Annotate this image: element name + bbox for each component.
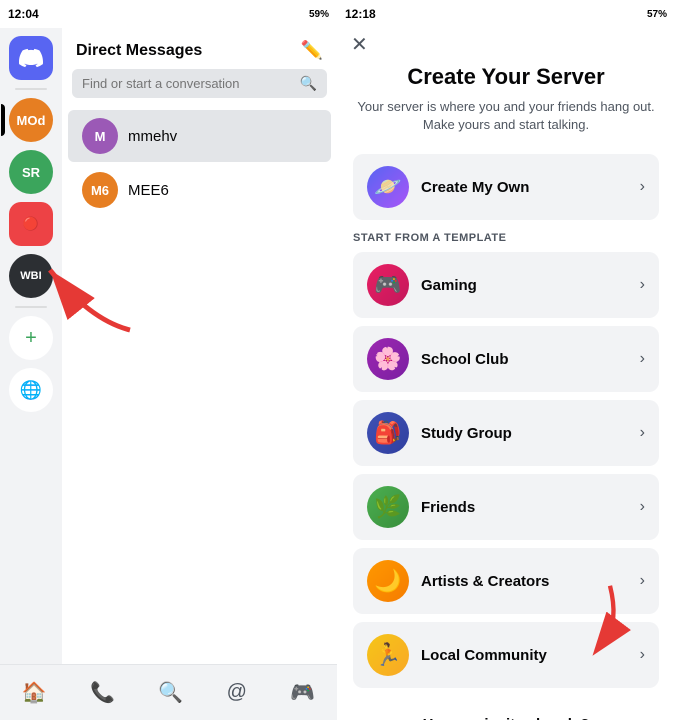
- friends-label: Friends: [421, 499, 628, 516]
- nav-discover[interactable]: 🎮: [278, 676, 327, 709]
- dm-panel: Direct Messages ✏️ 🔍 M mmehv M6: [62, 28, 337, 664]
- template-local-community[interactable]: 🏃 Local Community ›: [353, 622, 659, 688]
- gaming-chevron: ›: [640, 276, 645, 294]
- right-panel: 12:18 57% ✕ Create Your Server Your serv…: [337, 0, 675, 720]
- discord-home-icon[interactable]: [9, 36, 53, 80]
- sidebar-divider-2: [15, 306, 47, 308]
- local-community-label: Local Community: [421, 647, 628, 664]
- nav-home-icon: 🏠: [22, 680, 47, 705]
- avatar-mmehv-initial: M: [95, 129, 106, 144]
- dm-name-mee6: MEE6: [128, 182, 169, 199]
- template-section-label: START FROM A TEMPLATE: [353, 232, 659, 244]
- avatar-mmehv: M: [82, 118, 118, 154]
- server-browser-button[interactable]: 🌐: [9, 368, 53, 412]
- nav-search[interactable]: 🔍: [146, 676, 195, 709]
- sidebar: MOd SR 🔴 WBI + 🌐: [0, 28, 62, 664]
- battery-left: 59%: [309, 9, 329, 20]
- school-club-label: School Club: [421, 351, 628, 368]
- status-bar-left: 12:04 59%: [0, 0, 337, 28]
- study-group-icon: 🎒: [367, 412, 409, 454]
- template-artists-creators[interactable]: 🌙 Artists & Creators ›: [353, 548, 659, 614]
- create-my-own-chevron: ›: [640, 178, 645, 196]
- school-club-icon: 🌸: [367, 338, 409, 380]
- local-community-icon: 🏃: [367, 634, 409, 676]
- avatar-mee6-initial: M6: [91, 183, 109, 198]
- template-school-club[interactable]: 🌸 School Club ›: [353, 326, 659, 392]
- gaming-icon: 🎮: [367, 264, 409, 306]
- create-my-own-icon: 🪐: [367, 166, 409, 208]
- dm-item-mmehv[interactable]: M mmehv: [68, 110, 331, 162]
- sidebar-sr-label: SR: [22, 165, 40, 180]
- search-icon: 🔍: [300, 75, 317, 92]
- nav-home[interactable]: 🏠: [10, 676, 59, 709]
- modal-subtitle: Your server is where you and your friend…: [353, 98, 659, 134]
- left-content: MOd SR 🔴 WBI + 🌐: [0, 28, 337, 664]
- nav-calls[interactable]: 📞: [78, 676, 127, 709]
- sidebar-item-red[interactable]: 🔴: [9, 202, 53, 246]
- local-community-chevron: ›: [640, 646, 645, 664]
- artists-creators-label: Artists & Creators: [421, 573, 628, 590]
- school-club-chevron: ›: [640, 350, 645, 368]
- nav-mentions-icon: @: [227, 681, 247, 704]
- sidebar-mod-label: MOd: [17, 113, 46, 128]
- sidebar-red-emoji: 🔴: [23, 216, 39, 232]
- artists-creators-chevron: ›: [640, 572, 645, 590]
- nav-calls-icon: 📞: [90, 680, 115, 705]
- time-right: 12:18: [345, 7, 376, 21]
- close-button[interactable]: ✕: [351, 32, 368, 57]
- sidebar-item-wbi[interactable]: WBI: [9, 254, 53, 298]
- friends-icon: 🌿: [367, 486, 409, 528]
- template-friends[interactable]: 🌿 Friends ›: [353, 474, 659, 540]
- invite-section: Have an invite already? Join a friend on…: [353, 696, 659, 720]
- modal-title: Create Your Server: [353, 64, 659, 90]
- create-my-own-option[interactable]: 🪐 Create My Own ›: [353, 154, 659, 220]
- friends-chevron: ›: [640, 498, 645, 516]
- avatar-mee6: M6: [82, 172, 118, 208]
- battery-right: 57%: [647, 9, 667, 20]
- gaming-label: Gaming: [421, 277, 628, 294]
- study-group-label: Study Group: [421, 425, 628, 442]
- sidebar-item-sr[interactable]: SR: [9, 150, 53, 194]
- nav-mentions[interactable]: @: [215, 677, 259, 708]
- search-input[interactable]: [82, 76, 292, 91]
- dm-name-mmehv: mmehv: [128, 128, 177, 145]
- template-study-group[interactable]: 🎒 Study Group ›: [353, 400, 659, 466]
- bottom-nav: 🏠 📞 🔍 @ 🎮: [0, 664, 337, 720]
- invite-label: Have an invite already?: [353, 716, 659, 720]
- dm-search-bar[interactable]: 🔍: [72, 69, 327, 98]
- status-icons-right: 57%: [647, 9, 667, 20]
- create-my-own-label: Create My Own: [421, 179, 628, 196]
- nav-search-icon: 🔍: [158, 680, 183, 705]
- modal-content: Create Your Server Your server is where …: [337, 28, 675, 720]
- add-server-button[interactable]: +: [9, 316, 53, 360]
- server-browser-icon: 🌐: [20, 380, 42, 401]
- dm-header: Direct Messages ✏️: [62, 28, 337, 69]
- nav-discover-icon: 🎮: [290, 680, 315, 705]
- template-gaming[interactable]: 🎮 Gaming ›: [353, 252, 659, 318]
- status-bar-right: 12:18 57%: [337, 0, 675, 28]
- study-group-chevron: ›: [640, 424, 645, 442]
- dm-list: M mmehv M6 MEE6: [62, 108, 337, 664]
- add-server-icon: +: [25, 327, 37, 350]
- sidebar-divider: [15, 88, 47, 90]
- dm-title: Direct Messages: [76, 42, 202, 60]
- dm-item-mee6[interactable]: M6 MEE6: [68, 164, 331, 216]
- time-left: 12:04: [8, 7, 39, 21]
- sidebar-item-mod[interactable]: MOd: [9, 98, 53, 142]
- status-icons-left: 59%: [309, 9, 329, 20]
- new-dm-icon[interactable]: ✏️: [301, 40, 323, 61]
- left-panel: 12:04 59% MOd SR 🔴 WBI: [0, 0, 337, 720]
- sidebar-wbi-label: WBI: [20, 270, 41, 282]
- artists-creators-icon: 🌙: [367, 560, 409, 602]
